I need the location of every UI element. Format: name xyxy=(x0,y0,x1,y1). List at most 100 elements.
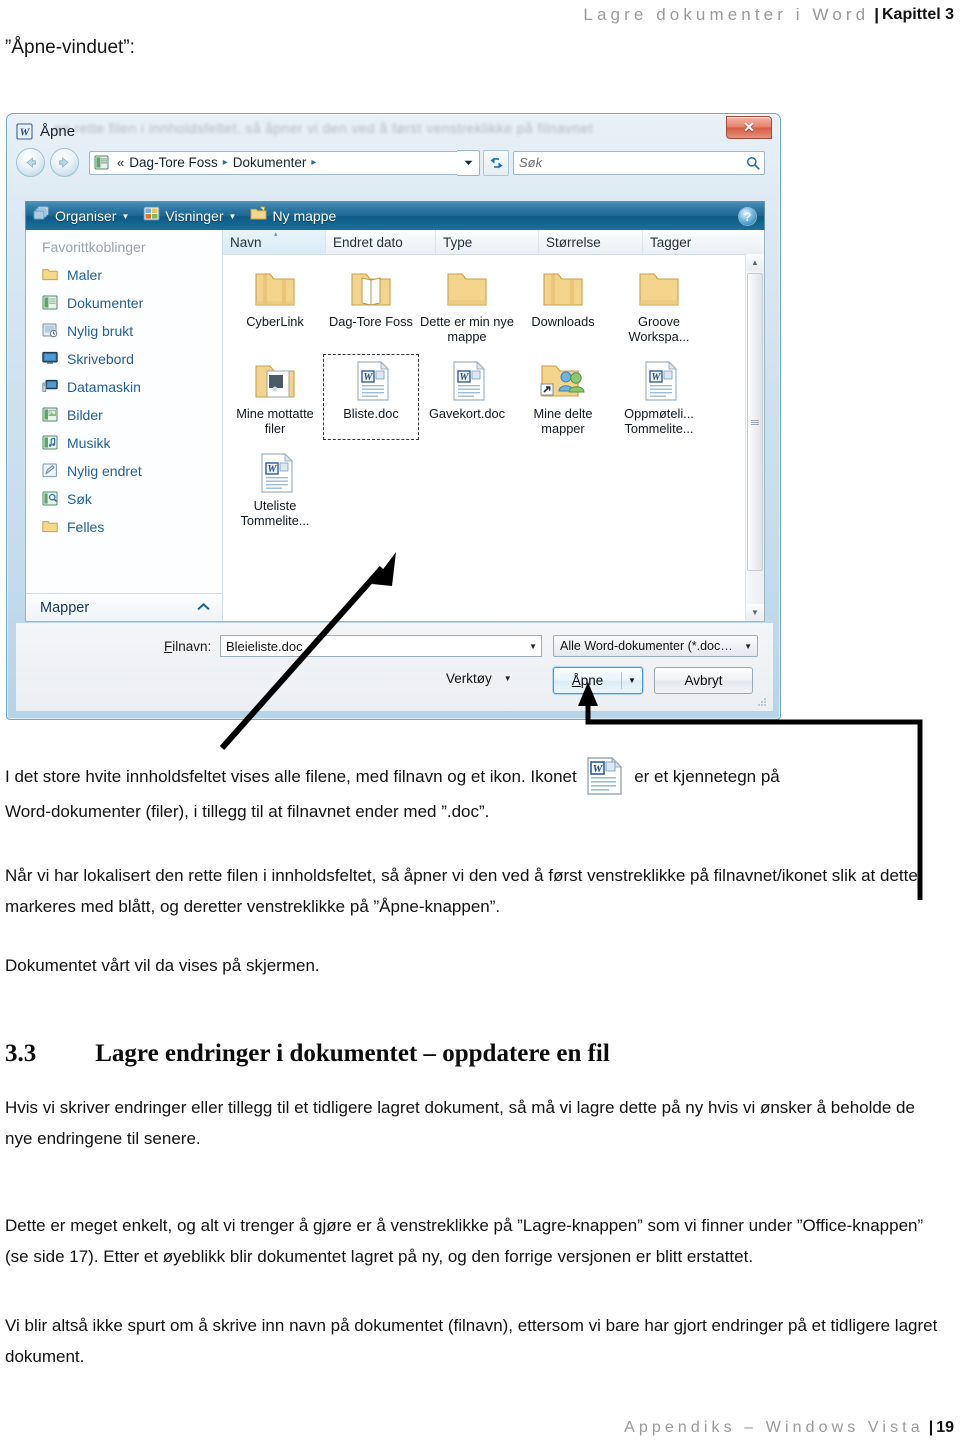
forward-arrow-icon[interactable] xyxy=(50,148,79,177)
sidebar-item-bilder[interactable]: Bilder xyxy=(26,401,222,429)
file-label: Mine delte mapper xyxy=(533,406,593,436)
filetype-chevron-down-icon[interactable]: ▼ xyxy=(744,642,752,651)
sidebar-item-label: Datamaskin xyxy=(67,379,141,395)
chevron-up-icon[interactable] xyxy=(197,602,210,614)
breadcrumb-prefix[interactable]: « xyxy=(112,155,129,170)
new-folder-button[interactable]: Ny mappe xyxy=(250,206,341,226)
sidebar-item-label: Felles xyxy=(67,519,105,535)
page-number: 19 xyxy=(936,1419,954,1436)
folders-toggle[interactable]: Mapper xyxy=(26,593,222,621)
scrollbar-thumb[interactable] xyxy=(747,273,763,571)
tools-chevron-down-icon[interactable]: ▼ xyxy=(504,674,512,683)
organize-chevron-down-icon[interactable]: ▼ xyxy=(121,212,129,221)
word-document-icon: W xyxy=(249,450,301,496)
favorites-sidebar: Favorittkoblinger Maler Dokumenter Nylig… xyxy=(26,230,223,621)
dialog-title-bar: W Åpne xyxy=(16,118,771,144)
file-label: Dette er min nye mappe xyxy=(420,314,514,344)
views-grid-icon xyxy=(143,206,160,226)
tools-button[interactable]: Verktøy ▼ xyxy=(446,671,512,686)
file-item-bliste-doc[interactable]: W Bliste.doc xyxy=(323,354,419,440)
file-item-mine-delte-mapper[interactable]: Mine delte mapper xyxy=(515,354,611,440)
breadcrumb-item-1[interactable]: Dokumenter xyxy=(233,155,307,170)
word-document-icon: W xyxy=(441,358,493,404)
file-label: Bliste.doc xyxy=(343,406,399,421)
file-item-groove-workspace[interactable]: Groove Workspa... xyxy=(611,262,707,348)
documents-library-icon xyxy=(94,155,109,170)
file-row: CyberLink Dag-Tore Foss Dette er min nye… xyxy=(227,262,746,348)
paragraph-5: Dette er meget enkelt, og alt vi trenger… xyxy=(5,1216,924,1266)
help-button[interactable]: ? xyxy=(739,208,756,225)
column-header-tagger[interactable]: Tagger xyxy=(643,230,748,254)
file-label: Mine mottatte filer xyxy=(236,406,314,436)
tools-label: Verktøy xyxy=(446,671,492,686)
cancel-button[interactable]: Avbryt xyxy=(654,667,753,694)
file-item-uteliste-doc[interactable]: W Uteliste Tommelite... xyxy=(227,446,323,532)
paragraph-4: Hvis vi skriver endringer eller tillegg … xyxy=(5,1098,915,1148)
resize-grip-icon[interactable] xyxy=(758,698,767,707)
file-item-oppmoteliste-doc[interactable]: W Oppmøteli... Tommelite... xyxy=(611,354,707,440)
word-document-icon: W xyxy=(16,122,33,140)
sidebar-item-label: Maler xyxy=(67,267,103,283)
sidebar-item-felles[interactable]: Felles xyxy=(26,513,222,541)
favorites-title: Favorittkoblinger xyxy=(42,239,146,255)
recently-changed-icon xyxy=(42,463,58,479)
vertical-scrollbar[interactable]: ▲ ▼ xyxy=(745,254,764,621)
recent-used-icon xyxy=(42,323,58,339)
paragraph-3: Dokumentet vårt vil da vises på skjermen… xyxy=(5,956,320,975)
sidebar-item-skrivebord[interactable]: Skrivebord xyxy=(26,345,222,373)
scroll-up-button[interactable]: ▲ xyxy=(746,254,764,271)
column-header-storrelse[interactable]: Størrelse xyxy=(539,230,643,254)
sidebar-item-nylig-brukt[interactable]: Nylig brukt xyxy=(26,317,222,345)
sidebar-item-dokumenter[interactable]: Dokumenter xyxy=(26,289,222,317)
folder-icon xyxy=(633,266,685,312)
breadcrumb-item-0[interactable]: Dag-Tore Foss xyxy=(129,155,218,170)
svg-text:W: W xyxy=(20,126,31,138)
file-item-cyberlink[interactable]: CyberLink xyxy=(227,262,323,348)
column-header-navn[interactable]: ▴ Navn xyxy=(223,230,326,254)
filename-value: Bleieliste.doc xyxy=(226,638,303,654)
address-dropdown-chevron-down-icon[interactable] xyxy=(457,149,480,176)
file-label: Gavekort.doc xyxy=(428,406,506,421)
filename-chevron-down-icon[interactable]: ▼ xyxy=(529,642,537,651)
address-bar[interactable]: « Dag-Tore Foss ▸ Dokumenter ▸ xyxy=(89,150,457,175)
file-item-mine-mottatte-filer[interactable]: Mine mottatte filer xyxy=(227,354,323,440)
back-arrow-icon[interactable] xyxy=(16,148,45,177)
open-button[interactable]: Åpne ▼ xyxy=(553,667,643,694)
views-button[interactable]: Visninger ▼ xyxy=(143,206,244,226)
dialog-body: Favorittkoblinger Maler Dokumenter Nylig… xyxy=(25,230,765,622)
paragraph-1-before: I det store hvite innholdsfeltet vises a… xyxy=(5,767,577,786)
file-label: CyberLink xyxy=(246,314,304,329)
scroll-down-button[interactable]: ▼ xyxy=(746,604,764,621)
filename-input[interactable]: Bleieliste.doc ▼ xyxy=(220,635,542,657)
sidebar-item-sok[interactable]: Søk xyxy=(26,485,222,513)
word-document-icon: W xyxy=(585,756,625,796)
open-split-chevron-down-icon[interactable]: ▼ xyxy=(622,676,642,685)
folders-label: Mapper xyxy=(40,599,90,616)
refresh-icon[interactable] xyxy=(483,149,509,176)
paragraph-2: Når vi har lokalisert den rette filen i … xyxy=(5,866,918,916)
music-icon xyxy=(42,435,58,451)
pictures-icon xyxy=(42,407,58,423)
desktop-icon xyxy=(42,351,58,367)
close-button[interactable]: ✕ xyxy=(726,116,772,139)
sidebar-item-musikk[interactable]: Musikk xyxy=(26,429,222,457)
sidebar-item-nylig-endret[interactable]: Nylig endret xyxy=(26,457,222,485)
file-item-dag-tore-foss[interactable]: Dag-Tore Foss xyxy=(323,262,419,348)
filename-label-rest: ilnavn: xyxy=(172,639,212,654)
sidebar-item-maler[interactable]: Maler xyxy=(26,261,222,289)
views-chevron-down-icon[interactable]: ▼ xyxy=(229,212,237,221)
file-item-gavekort-doc[interactable]: W Gavekort.doc xyxy=(419,354,515,440)
file-item-dette-er-min-nye-mappe[interactable]: Dette er min nye mappe xyxy=(419,262,515,348)
column-header-type[interactable]: Type xyxy=(436,230,539,254)
sidebar-item-datamaskin[interactable]: Datamaskin xyxy=(26,373,222,401)
search-icon[interactable] xyxy=(746,156,760,170)
file-label: Uteliste Tommelite... xyxy=(240,498,310,528)
folder-icon xyxy=(42,267,58,283)
search-input[interactable]: Søk xyxy=(513,150,765,175)
file-item-downloads[interactable]: Downloads xyxy=(515,262,611,348)
page-footer-separator: | xyxy=(928,1419,934,1436)
sidebar-item-label: Søk xyxy=(67,491,92,507)
filetype-select[interactable]: Alle Word-dokumenter (*.doc… ▼ xyxy=(553,635,758,657)
column-header-endret-dato[interactable]: Endret dato xyxy=(326,230,436,254)
organize-button[interactable]: Organiser ▼ xyxy=(33,206,137,226)
